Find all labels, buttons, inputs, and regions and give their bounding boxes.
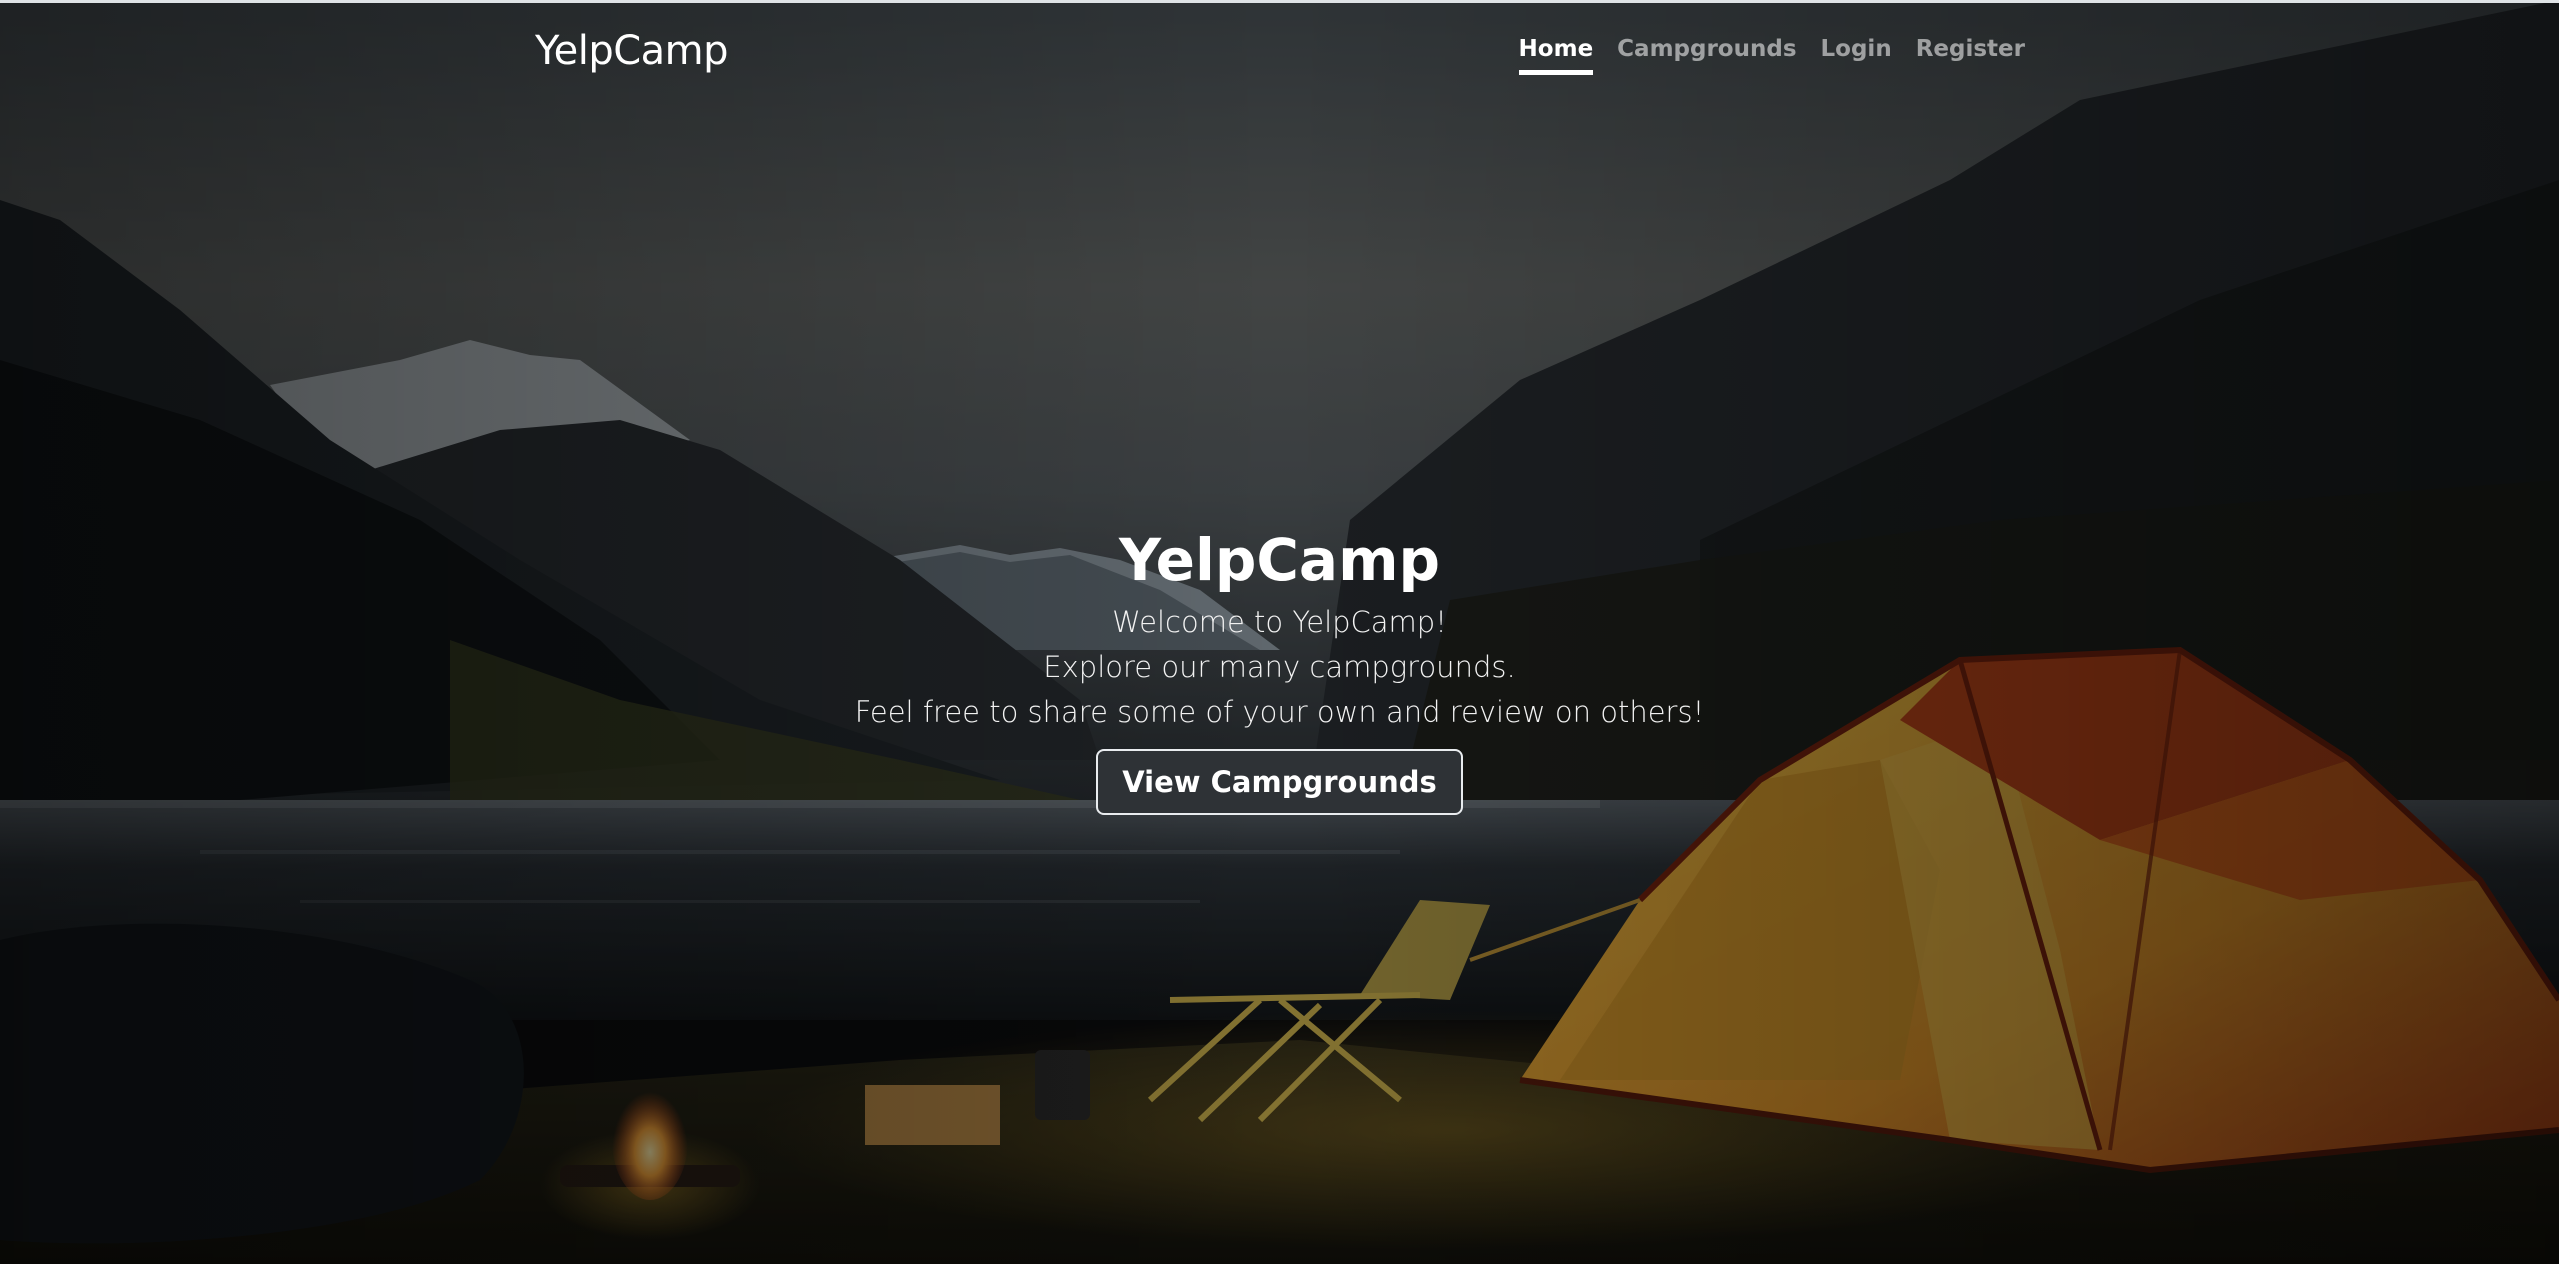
hero-explore-text: Explore our many campgrounds. [1043,650,1516,684]
nav-link-register[interactable]: Register [1916,36,2025,75]
nav-link-home[interactable]: Home [1518,36,1594,75]
page: YelpCamp Home Campgrounds Login Register… [0,0,2559,1264]
hero-title: YelpCamp [1118,526,1441,594]
window-top-edge [0,0,2559,3]
hero-share-text: Feel free to share some of your own and … [854,695,1705,729]
hero-welcome-text: Welcome to YelpCamp! [1112,605,1447,639]
nav-link-login[interactable]: Login [1821,36,1892,75]
nav-links: Home Campgrounds Login Register [1518,36,2025,75]
nav-link-campgrounds[interactable]: Campgrounds [1617,36,1796,75]
navbar: YelpCamp Home Campgrounds Login Register [535,22,2025,82]
view-campgrounds-button[interactable]: View Campgrounds [1096,749,1463,815]
brand-logo[interactable]: YelpCamp [535,28,729,74]
hero-section: YelpCamp Welcome to YelpCamp! Explore ou… [0,520,2559,815]
